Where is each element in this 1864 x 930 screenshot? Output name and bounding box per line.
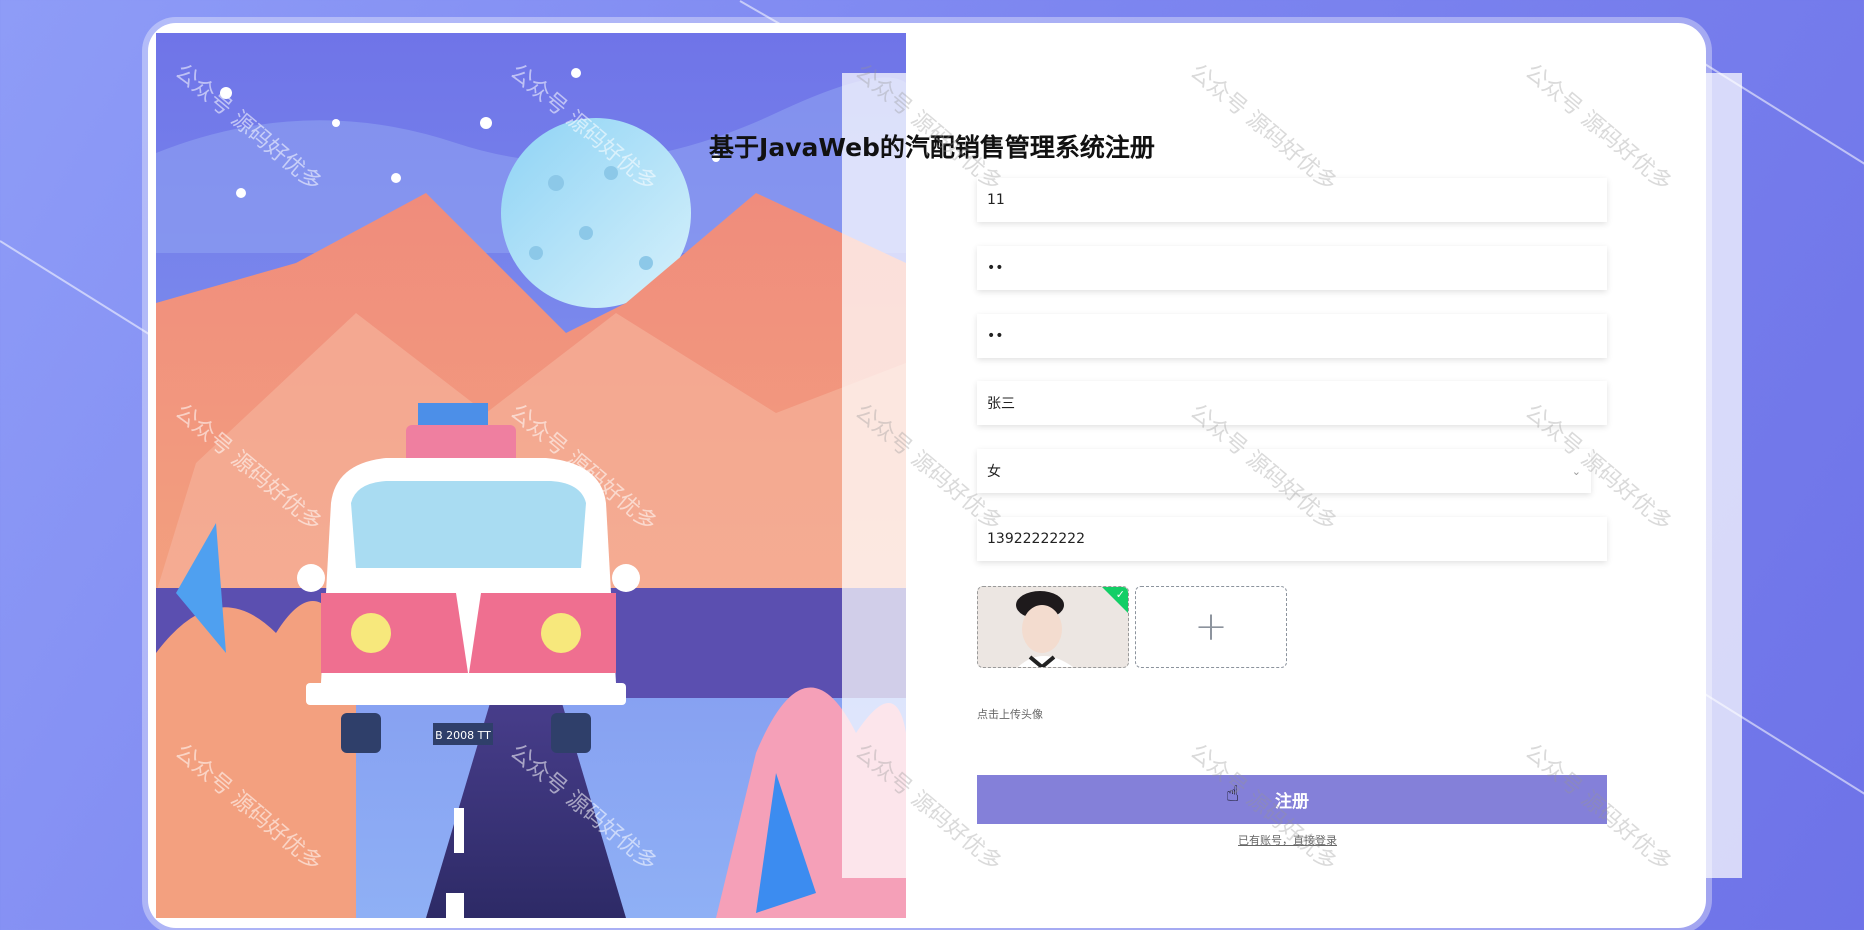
name-value: 张三	[987, 396, 1015, 412]
plus-icon: +	[1194, 604, 1228, 650]
avatar-upload-button[interactable]: +	[1135, 586, 1287, 668]
login-link[interactable]: 已有账号，直接登录	[1238, 832, 1337, 848]
password-field[interactable]: ••	[977, 246, 1607, 290]
avatar-photo	[978, 587, 1128, 667]
confirm-password-field[interactable]: ••	[977, 314, 1607, 358]
phone-field[interactable]: 13922222222	[977, 517, 1607, 561]
username-value: 11	[987, 192, 1005, 208]
license-plate: B 2008 TT	[435, 729, 491, 742]
chevron-down-icon: ⌄	[1571, 464, 1581, 478]
phone-value: 13922222222	[987, 531, 1085, 547]
name-field[interactable]: 张三	[977, 381, 1607, 425]
upload-hint: 点击上传头像	[977, 708, 1043, 721]
confirm-password-value: ••	[987, 328, 1004, 344]
background-line	[0, 240, 154, 338]
avatar-thumbnail[interactable]: ✓	[977, 586, 1129, 668]
travel-illustration: B 2008 TT	[156, 33, 906, 918]
gender-value: 女	[987, 464, 1001, 480]
page-title: 基于JavaWeb的汽配销售管理系统注册	[709, 133, 1155, 162]
gender-select[interactable]: 女 ⌄	[977, 449, 1591, 493]
register-button[interactable]: 注册	[977, 775, 1607, 824]
hand-pointer-icon: ☝	[1226, 782, 1240, 807]
username-field[interactable]: 11	[977, 178, 1607, 222]
password-value: ••	[987, 260, 1004, 276]
